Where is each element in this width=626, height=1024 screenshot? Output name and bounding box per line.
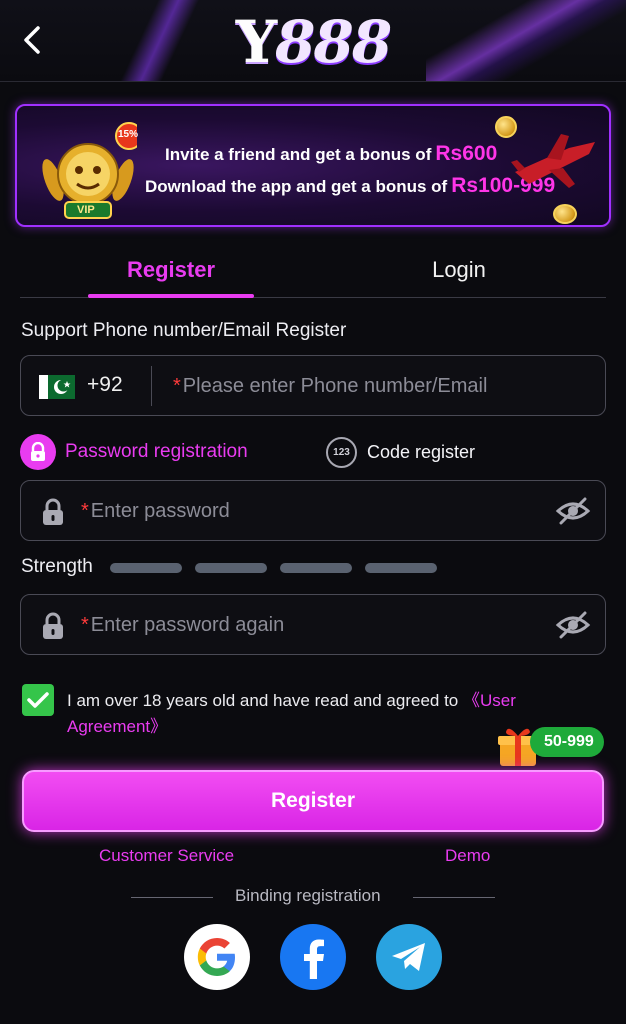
google-login-button[interactable] (184, 924, 250, 990)
lock-icon (20, 434, 56, 470)
pakistan-flag-icon[interactable] (39, 375, 75, 399)
password-registration-option[interactable]: Password registration (20, 434, 248, 470)
password-registration-label: Password registration (65, 441, 248, 462)
checkmark-icon (27, 692, 49, 708)
divider (131, 897, 213, 898)
app-logo: Y 888 (235, 8, 392, 76)
demo-link[interactable]: Demo (445, 846, 490, 866)
code-register-option[interactable]: 123 Code register (326, 434, 475, 470)
lock-icon (43, 612, 63, 639)
plane-icon (511, 134, 595, 188)
facebook-login-button[interactable] (280, 924, 346, 990)
banner-download-line: Download the app and get a bonus of Rs100… (145, 174, 556, 197)
register-button[interactable]: Register (22, 770, 604, 832)
bonus-badge: 50-999 (530, 727, 604, 757)
back-button[interactable] (14, 22, 50, 58)
facebook-icon (304, 939, 324, 979)
code-123-icon: 123 (326, 436, 357, 468)
banner-invite-line: Invite a friend and get a bonus of Rs600 (165, 142, 498, 165)
confirm-password-input[interactable]: * Enter password again (81, 614, 284, 637)
strength-bar (110, 563, 182, 573)
header: Y 888 (0, 0, 626, 82)
divider (413, 897, 495, 898)
strength-bar (280, 563, 352, 573)
eye-off-icon[interactable] (555, 495, 591, 527)
country-code[interactable]: +92 (87, 373, 123, 397)
telegram-login-button[interactable] (376, 924, 442, 990)
eye-off-icon[interactable] (555, 609, 591, 641)
password-input[interactable]: * Enter password (81, 500, 230, 523)
tab-login[interactable]: Login (376, 244, 542, 296)
lock-icon (43, 498, 63, 525)
coin-icon (553, 204, 577, 224)
auth-tabs: Register Login (20, 244, 606, 298)
code-register-label: Code register (367, 441, 476, 462)
agreement-text: I am over 18 years old and have read and… (67, 691, 516, 736)
google-icon (197, 938, 235, 976)
chevron-left-icon (24, 26, 40, 54)
strength-label: Strength (21, 556, 93, 577)
tab-register[interactable]: Register (88, 244, 254, 296)
phone-email-field[interactable]: +92 * Please enter Phone number/Email (20, 355, 606, 416)
customer-service-link[interactable]: Customer Service (99, 846, 234, 866)
telegram-icon (392, 943, 425, 971)
vip-label: VIP (77, 204, 95, 216)
strength-bar (365, 563, 437, 573)
promo-banner[interactable]: VIP 15% Invite a friend and get a bonus … (15, 104, 611, 227)
binding-registration-label: Binding registration (235, 886, 381, 905)
phone-input[interactable]: * Please enter Phone number/Email (173, 375, 487, 398)
active-tab-indicator (88, 294, 254, 298)
percent-badge: 15% (118, 129, 139, 140)
strength-bar (195, 563, 267, 573)
vip-badge: VIP 15% (39, 120, 143, 220)
section-title: Support Phone number/Email Register (21, 320, 347, 341)
agreement-checkbox[interactable] (22, 684, 54, 716)
password-field[interactable]: * Enter password (20, 480, 606, 541)
confirm-password-field[interactable]: * Enter password again (20, 594, 606, 655)
